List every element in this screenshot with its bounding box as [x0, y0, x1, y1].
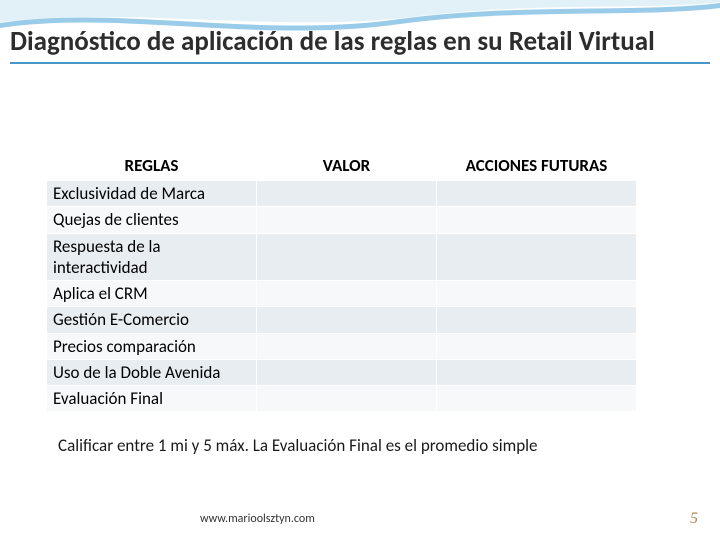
cell-acciones [437, 359, 637, 385]
table-row: Quejas de clientes [47, 207, 637, 233]
cell-valor [257, 359, 437, 385]
footnote: Calificar entre 1 mi y 5 máx. La Evaluac… [58, 435, 680, 456]
cell-acciones [437, 307, 637, 333]
cell-valor [257, 333, 437, 359]
cell-acciones [437, 281, 637, 307]
table-row: Uso de la Doble Avenida [47, 359, 637, 385]
footer-url: www.marioolsztyn.com [200, 512, 315, 526]
rules-table: REGLAS VALOR ACCIONES FUTURAS Exclusivid… [46, 150, 637, 412]
table-header-row: REGLAS VALOR ACCIONES FUTURAS [47, 151, 637, 181]
page-number: 5 [690, 510, 698, 528]
header-reglas: REGLAS [47, 151, 257, 181]
cell-reglas: Aplica el CRM [47, 281, 257, 307]
cell-acciones [437, 233, 637, 281]
table-row: Gestión E-Comercio [47, 307, 637, 333]
header-valor: VALOR [257, 151, 437, 181]
table-row: Exclusividad de Marca [47, 181, 637, 207]
cell-reglas: Evaluación Final [47, 386, 257, 412]
cell-valor [257, 207, 437, 233]
cell-valor [257, 386, 437, 412]
table-row: Aplica el CRM [47, 281, 637, 307]
page-title: Diagnóstico de aplicación de las reglas … [10, 26, 710, 64]
cell-valor [257, 307, 437, 333]
cell-reglas: Gestión E-Comercio [47, 307, 257, 333]
cell-valor [257, 233, 437, 281]
cell-valor [257, 181, 437, 207]
cell-reglas: Precios comparación [47, 333, 257, 359]
table-row: Precios comparación [47, 333, 637, 359]
cell-reglas: Respuesta de la interactividad [47, 233, 257, 281]
table-row: Evaluación Final [47, 386, 637, 412]
cell-acciones [437, 333, 637, 359]
cell-acciones [437, 386, 637, 412]
cell-acciones [437, 181, 637, 207]
cell-reglas: Uso de la Doble Avenida [47, 359, 257, 385]
header-acciones: ACCIONES FUTURAS [437, 151, 637, 181]
cell-valor [257, 281, 437, 307]
cell-reglas: Quejas de clientes [47, 207, 257, 233]
table-row: Respuesta de la interactividad [47, 233, 637, 281]
cell-acciones [437, 207, 637, 233]
cell-reglas: Exclusividad de Marca [47, 181, 257, 207]
